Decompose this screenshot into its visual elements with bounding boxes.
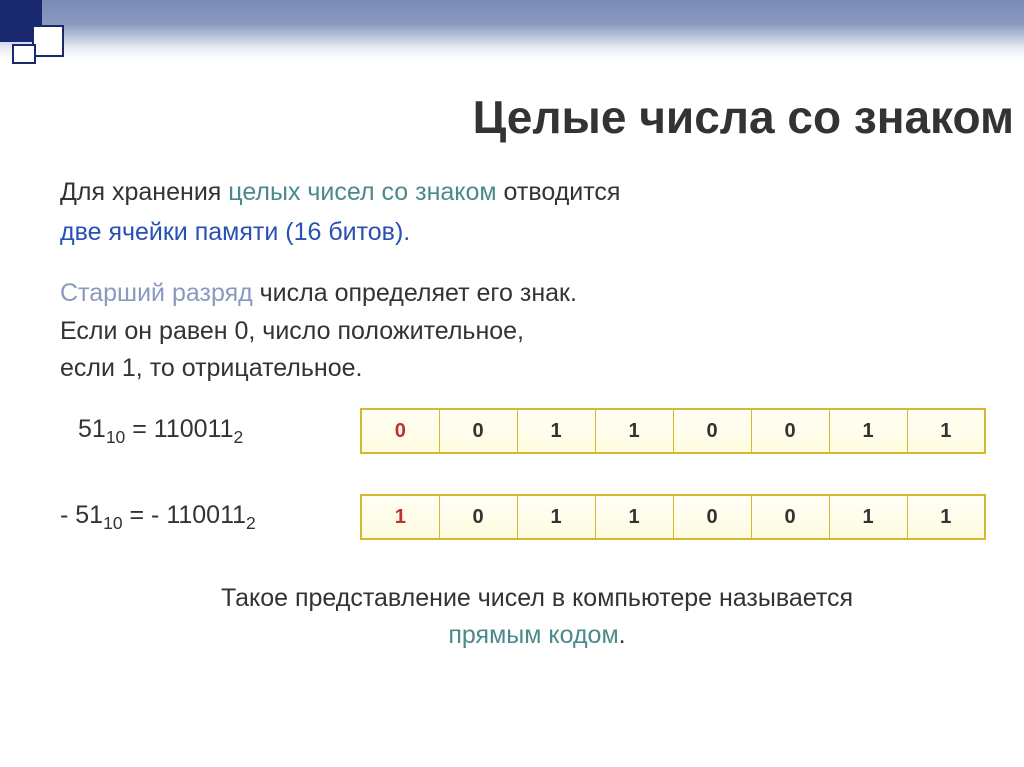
bit-cell: 0 [673, 409, 751, 453]
paragraph-2: две ячейки памяти (16 битов). [60, 214, 1014, 252]
paragraph-1: Для хранения целых чисел со знаком отвод… [60, 174, 1014, 212]
bit-cell: 1 [907, 495, 985, 539]
bit-cell: 1 [829, 495, 907, 539]
bit-cell: 0 [751, 495, 829, 539]
bit-cell: 1 [595, 409, 673, 453]
equation-positive: 5110 = 1100112 [60, 411, 360, 450]
paragraph-3: Старший разряд числа определяет его знак… [60, 275, 1014, 388]
header-gradient [0, 0, 1024, 60]
bit-cell: 0 [751, 409, 829, 453]
slide-title: Целые числа со знаком [60, 90, 1014, 144]
bit-table-positive: 0 0 1 1 0 0 1 1 [360, 408, 986, 454]
body-text: Для хранения целых чисел со знаком отвод… [60, 174, 1014, 655]
bit-cell: 1 [517, 495, 595, 539]
bit-cell: 1 [829, 409, 907, 453]
bit-cell: 0 [439, 409, 517, 453]
bit-cell: 0 [673, 495, 751, 539]
bit-cell: 1 [907, 409, 985, 453]
equation-row-negative: - 5110 = - 1100112 1 0 1 1 0 0 1 1 [60, 494, 1014, 540]
logo-decoration [0, 0, 70, 62]
slide-content: Целые числа со знаком Для хранения целых… [60, 90, 1014, 655]
bit-cell: 1 [517, 409, 595, 453]
equation-row-positive: 5110 = 1100112 0 0 1 1 0 0 1 1 [60, 408, 1014, 454]
equation-negative: - 5110 = - 1100112 [60, 497, 360, 536]
bit-table-negative: 1 0 1 1 0 0 1 1 [360, 494, 986, 540]
bit-cell: 0 [439, 495, 517, 539]
bit-cell: 1 [595, 495, 673, 539]
bit-cell: 1 [361, 495, 439, 539]
bit-cell: 0 [361, 409, 439, 453]
footer-paragraph: Такое представление чисел в компьютере н… [60, 580, 1014, 655]
